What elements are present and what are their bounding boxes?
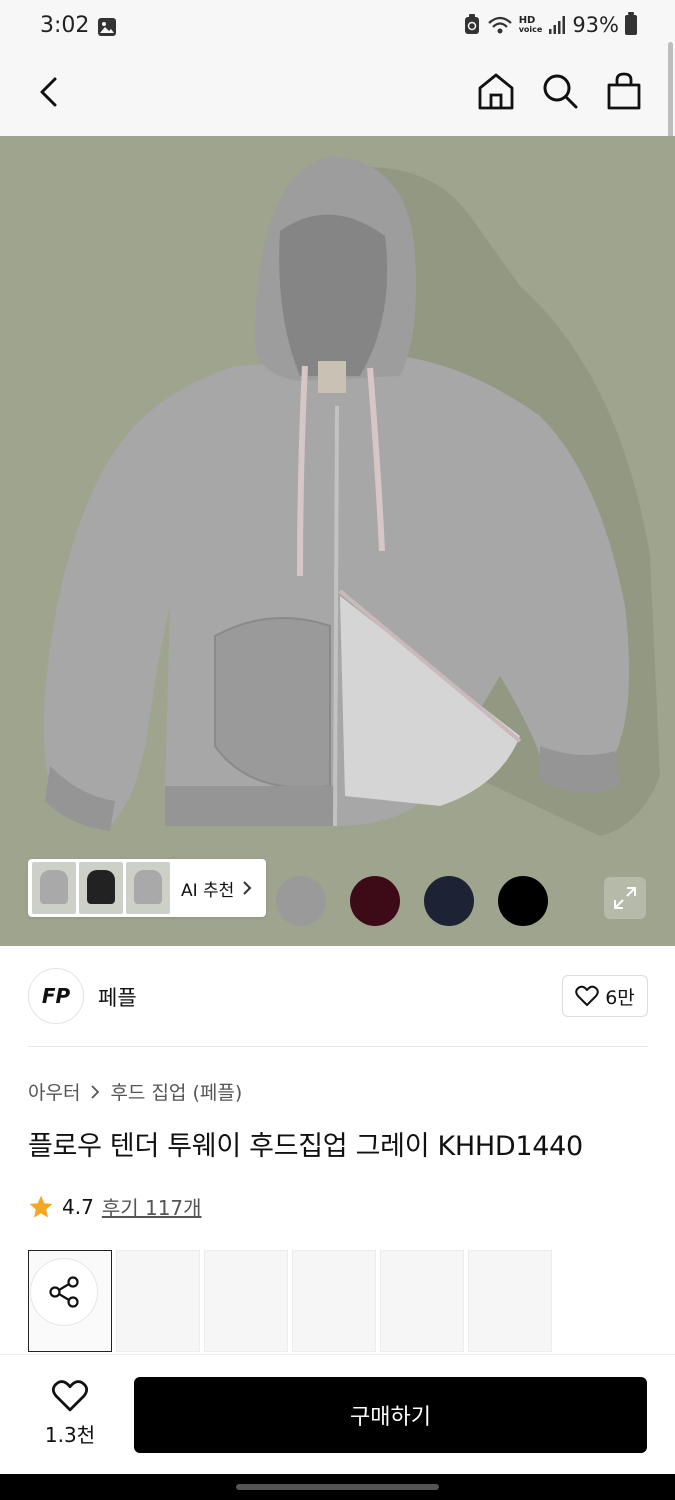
brand-logo[interactable]: FP	[28, 968, 84, 1024]
color-swatch-navy[interactable]	[424, 876, 474, 926]
product-image[interactable]	[0, 136, 675, 946]
buy-button[interactable]: 구매하기	[134, 1377, 647, 1453]
brand-like-button[interactable]: 6만	[562, 975, 648, 1017]
recommend-thumb	[126, 862, 170, 914]
hoodie-photo	[43, 156, 660, 836]
battery-icon	[625, 12, 637, 35]
wishlist-count: 1.3천	[44, 1423, 96, 1447]
review-thumbnail[interactable]	[468, 1250, 552, 1352]
breadcrumb: 아우터 후드 집업 (페플)	[28, 1078, 242, 1105]
wifi-icon	[487, 16, 512, 34]
brand-like-count: 6만	[605, 986, 635, 1009]
chevron-right-icon	[243, 881, 252, 895]
home-indicator[interactable]	[236, 1484, 439, 1490]
search-icon	[543, 74, 578, 109]
bottom-action-bar: 1.3천 구매하기	[0, 1354, 675, 1474]
back-button[interactable]	[30, 72, 70, 112]
product-title: 플로우 텐더 투웨이 후드집업 그레이 KHHD1440	[28, 1131, 583, 1162]
shopping-bag-icon	[607, 72, 641, 110]
search-button[interactable]	[539, 70, 581, 112]
gallery-icon	[98, 18, 116, 36]
brand-name[interactable]: 페플	[98, 982, 137, 1012]
ai-recommend-card[interactable]: AI 추천	[28, 859, 266, 917]
review-thumbnail[interactable]	[292, 1250, 376, 1352]
review-link[interactable]: 후기 117개	[102, 1192, 202, 1221]
system-nav-bar	[0, 1474, 675, 1500]
heart-icon	[51, 1380, 89, 1412]
breadcrumb-subcategory[interactable]: 후드 집업 (페플)	[110, 1078, 242, 1105]
review-thumbnail-row	[28, 1250, 552, 1352]
share-icon	[49, 1276, 79, 1308]
top-navigation	[0, 56, 675, 136]
share-button[interactable]	[30, 1258, 98, 1326]
battery-percent: 93%	[572, 13, 619, 37]
recycle-icon	[464, 14, 479, 34]
wishlist-button[interactable]: 1.3천	[28, 1379, 112, 1448]
color-swatch-gray[interactable]	[276, 876, 326, 926]
expand-icon	[614, 887, 636, 909]
review-thumbnail[interactable]	[380, 1250, 464, 1352]
chevron-right-icon	[91, 1084, 100, 1099]
color-swatch-black[interactable]	[498, 876, 548, 926]
expand-image-button[interactable]	[604, 877, 646, 919]
status-time: 3:02	[40, 13, 90, 38]
brand-row: FP 페플 6만	[28, 968, 648, 1024]
heart-icon	[575, 985, 599, 1006]
breadcrumb-category[interactable]: 아우터	[28, 1078, 80, 1105]
divider	[28, 1046, 648, 1047]
recommend-thumb	[79, 862, 123, 914]
star-icon	[29, 1195, 53, 1218]
rating-row: 4.7 후기 117개	[28, 1192, 202, 1221]
review-thumbnail[interactable]	[116, 1250, 200, 1352]
hd-voice-indicator: HD voice	[518, 15, 543, 35]
signal-icon	[549, 16, 566, 34]
ai-recommend-label: AI 추천	[181, 876, 252, 901]
color-swatch-burgundy[interactable]	[350, 876, 400, 926]
rating-value: 4.7	[62, 1194, 94, 1219]
home-button[interactable]	[475, 70, 517, 112]
cart-button[interactable]	[603, 70, 645, 112]
status-bar: 3:02 HD voice 93%	[0, 0, 675, 56]
review-thumbnail[interactable]	[204, 1250, 288, 1352]
chevron-left-icon	[40, 77, 57, 107]
home-icon	[478, 73, 514, 110]
recommend-thumb	[32, 862, 76, 914]
